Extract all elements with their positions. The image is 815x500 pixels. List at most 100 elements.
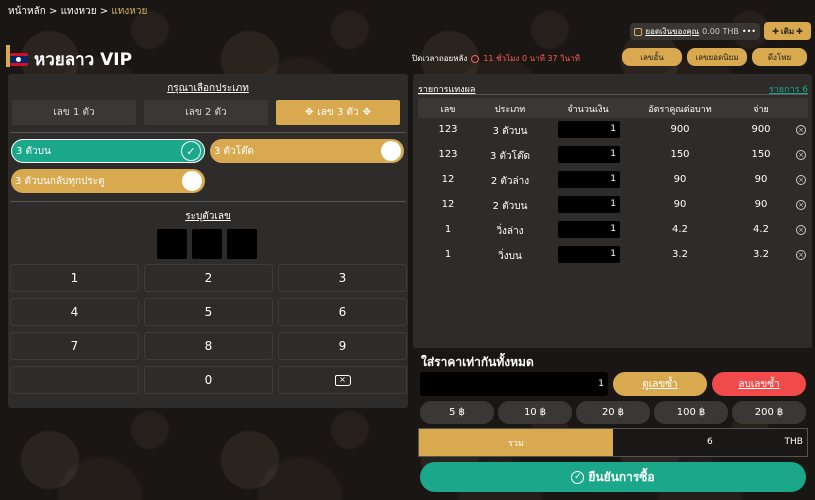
amount-input[interactable]: 1 — [558, 171, 620, 188]
breadcrumb-middle[interactable]: แทงหวย — [61, 6, 97, 17]
key-0[interactable]: 0 — [144, 366, 273, 394]
col-type: ประเภท — [494, 105, 526, 115]
cell-num: 1 — [444, 224, 452, 235]
breadcrumb-home[interactable]: หน้าหลัก — [8, 6, 46, 17]
remove-row-icon[interactable]: × — [796, 125, 806, 135]
breadcrumb-separator: > — [96, 6, 112, 17]
tab-2-digit[interactable]: เลข 2 ตัว — [144, 100, 268, 125]
key-1[interactable]: 1 — [10, 264, 139, 292]
cell-num: 12 — [441, 174, 455, 185]
chip-value: 20 — [601, 407, 615, 418]
remove-row-icon[interactable]: × — [796, 200, 806, 210]
table-row: 123 3 ตัวบน 900 900 1 × — [418, 120, 808, 140]
cell-type: 3 ตัวโต๊ด — [489, 151, 531, 162]
view-duplicates-button[interactable]: ดูเลขซ้ำ — [613, 372, 707, 396]
remove-row-icon[interactable]: × — [796, 225, 806, 235]
col-rate: อัตราคูณต่อบาท — [648, 105, 712, 115]
table-row: 12 2 ตัวบน 90 90 1 × — [418, 195, 808, 215]
cell-type: 3 ตัวบน — [492, 126, 528, 137]
digit-slot — [192, 229, 222, 259]
divider — [10, 132, 406, 133]
remove-row-icon[interactable]: × — [796, 250, 806, 260]
amount-input[interactable]: 1 — [558, 146, 620, 163]
total-label: รวม — [419, 429, 613, 456]
col-number: เลข — [440, 105, 456, 115]
cell-pay: 900 — [751, 124, 771, 135]
toggle-3-top-reverse[interactable]: 3 ตัวบนกลับทุกประตู — [11, 169, 205, 193]
key-5[interactable]: 5 — [144, 298, 273, 326]
clock-icon — [471, 54, 480, 63]
breadcrumb: หน้าหลัก > แทงหวย > แทงหวย — [8, 4, 147, 19]
arrows-icon: ✥ — [362, 107, 371, 118]
amount-chip[interactable]: 5 ฿ — [420, 401, 494, 424]
key-3[interactable]: 3 — [278, 264, 407, 292]
cell-pay: 90 — [754, 199, 768, 210]
backspace-icon: × — [334, 374, 351, 386]
confirm-purchase-button[interactable]: ✓ ยืนยันการซื้อ — [420, 462, 806, 492]
amount-input[interactable]: 1 — [558, 196, 620, 213]
toggle-label: 3 ตัวโต๊ด — [214, 145, 255, 157]
chip-value: 200 — [754, 407, 774, 418]
same-price-title: ใส่ราคาเท่ากันทั้งหมด — [421, 355, 534, 369]
table-header: เลข ประเภท จำนวนเงิน อัตราคูณต่อบาท จ่าย — [418, 98, 808, 118]
check-circle-icon: ✓ — [571, 470, 585, 484]
amount-chip[interactable]: 20 ฿ — [576, 401, 650, 424]
toggle-3-tod[interactable]: 3 ตัวโต๊ด — [210, 139, 404, 163]
cell-rate: 90 — [673, 174, 687, 185]
remove-row-icon[interactable]: × — [796, 175, 806, 185]
amount-chip[interactable]: 100 ฿ — [654, 401, 728, 424]
cell-rate: 4.2 — [672, 224, 688, 235]
breadcrumb-separator: > — [45, 6, 61, 17]
remove-duplicates-button[interactable]: ลบเลขซ้ำ — [712, 372, 806, 396]
key-8[interactable]: 8 — [144, 332, 273, 360]
key-6[interactable]: 6 — [278, 298, 407, 326]
table-row: 123 3 ตัวโต๊ด 150 150 1 × — [418, 145, 808, 165]
amount-input[interactable]: 1 — [558, 121, 620, 138]
key-7[interactable]: 7 — [10, 332, 139, 360]
digit-slot — [157, 229, 187, 259]
amount-input[interactable]: 1 — [558, 246, 620, 263]
page-title-text: หวยลาว VIP — [34, 50, 133, 70]
popular-numbers-button[interactable]: เลขยอดนิยม — [687, 48, 747, 66]
arrows-icon: ✥ — [305, 107, 314, 118]
balance-value: 0.00 THB — [702, 27, 739, 36]
cell-pay: 150 — [751, 149, 771, 160]
same-price-input[interactable]: 1 — [420, 372, 608, 396]
tab-3-digit[interactable]: ✥ เลข 3 ตัว ✥ — [276, 100, 400, 125]
toggle-3-top[interactable]: 3 ตัวบน ✓ — [11, 139, 205, 163]
toggle-knob — [182, 171, 202, 191]
cell-type: 2 ตัวล่าง — [490, 176, 530, 187]
cell-rate: 900 — [670, 124, 690, 135]
baht-icon: ฿ — [539, 407, 547, 418]
balance-label: ยอดเงินของคุณ — [645, 27, 700, 36]
baht-icon: ฿ — [617, 407, 625, 418]
toggle-label: 3 ตัวบนกลับทุกประตู — [15, 175, 105, 187]
cell-num: 123 — [438, 124, 458, 135]
remove-row-icon[interactable]: × — [796, 150, 806, 160]
key-2[interactable]: 2 — [144, 264, 273, 292]
tab-label: เลข 1 ตัว — [53, 107, 95, 118]
total-bar: รวม 6 THB — [418, 428, 808, 457]
key-9[interactable]: 9 — [278, 332, 407, 360]
baht-icon: ฿ — [458, 407, 465, 418]
amount-chip[interactable]: 10 ฿ — [498, 401, 572, 424]
backspace-button[interactable]: × — [278, 366, 407, 394]
tab-1-digit[interactable]: เลข 1 ตัว — [12, 100, 136, 125]
digit-tabs: เลข 1 ตัว เลข 2 ตัว ✥ เลข 3 ตัว ✥ — [12, 100, 400, 125]
load-slip-button[interactable]: ดึงโพย — [752, 48, 807, 66]
col-pay: จ่าย — [753, 105, 769, 115]
input-number-title: ระบุตัวเลข — [185, 211, 231, 222]
key-4[interactable]: 4 — [10, 298, 139, 326]
more-icon[interactable]: ••• — [742, 27, 756, 36]
topup-button[interactable]: ✚ เติม ✚ — [764, 22, 811, 40]
cell-type: 2 ตัวบน — [492, 201, 528, 212]
balance-box: ยอดเงินของคุณ 0.00 THB ••• — [630, 23, 760, 40]
total-unit: THB — [784, 437, 803, 447]
amount-input[interactable]: 1 — [558, 221, 620, 238]
check-icon: ✓ — [181, 141, 201, 161]
plus-icon: ✚ — [796, 26, 803, 36]
countdown-label: ปิดเวลาถอยหลัง — [412, 54, 468, 63]
amount-chip[interactable]: 200 ฿ — [732, 401, 806, 424]
countdown-value: 11 ชั่วโมง 0 นาที 37 วินาที — [483, 54, 580, 63]
restricted-numbers-button[interactable]: เลขอั้น — [622, 48, 682, 66]
